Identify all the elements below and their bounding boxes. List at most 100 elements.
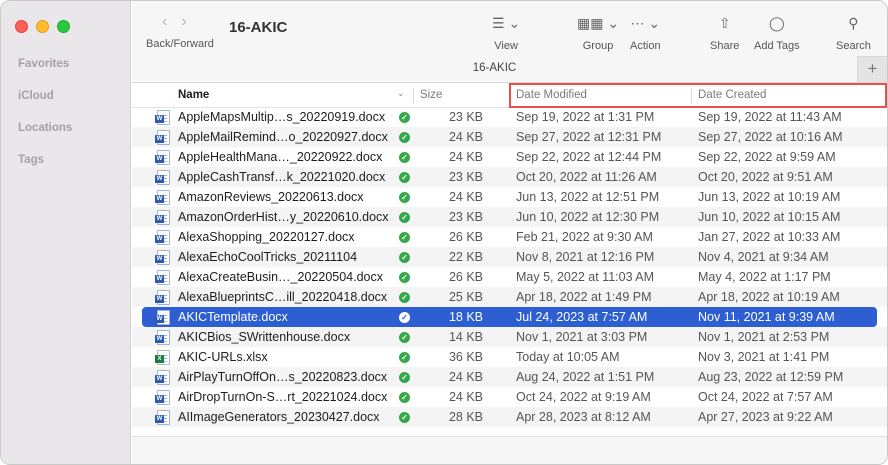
share-icon: ⇧ bbox=[718, 15, 731, 31]
file-name: AmazonReviews_20220613.docx bbox=[178, 190, 364, 204]
file-size: 24 KB bbox=[448, 370, 483, 384]
zoom-button[interactable] bbox=[57, 20, 70, 33]
sidebar-section-icloud[interactable]: iCloud bbox=[18, 90, 54, 102]
file-size: 23 KB bbox=[448, 210, 483, 224]
word-file-icon: W bbox=[155, 230, 170, 245]
column-header-date-created[interactable]: Date Created bbox=[698, 89, 766, 101]
tab-current[interactable]: 16-AKIC bbox=[132, 62, 857, 74]
sidebar-section-locations[interactable]: Locations bbox=[18, 122, 72, 134]
synced-check-icon: ✓ bbox=[399, 252, 410, 263]
synced-check-icon: ✓ bbox=[399, 372, 410, 383]
date-modified: Oct 24, 2022 at 9:19 AM bbox=[516, 390, 651, 404]
synced-check-icon: ✓ bbox=[399, 312, 410, 323]
synced-check-icon: ✓ bbox=[399, 232, 410, 243]
column-divider[interactable] bbox=[510, 88, 511, 104]
synced-check-icon: ✓ bbox=[399, 132, 410, 143]
word-file-icon: W bbox=[155, 250, 170, 265]
synced-check-icon: ✓ bbox=[399, 192, 410, 203]
folder-title: 16-AKIC bbox=[229, 19, 288, 36]
column-header-name[interactable]: Name bbox=[178, 89, 209, 101]
file-size: 28 KB bbox=[448, 410, 483, 424]
date-modified: Nov 1, 2021 at 3:03 PM bbox=[516, 330, 648, 344]
file-size: 22 KB bbox=[448, 250, 483, 264]
back-chevron-icon[interactable]: ‹ bbox=[162, 13, 167, 31]
table-row[interactable]: W AirDropTurnOn-S…rt_20221024.docx ✓ 24 KB O… bbox=[132, 387, 887, 407]
date-modified: Feb 21, 2022 at 9:30 AM bbox=[516, 230, 653, 244]
tab-bar: 16-AKIC + bbox=[132, 56, 887, 82]
new-tab-button[interactable]: + bbox=[857, 56, 887, 82]
synced-check-icon: ✓ bbox=[399, 412, 410, 423]
column-header-size[interactable]: Size bbox=[420, 89, 442, 101]
column-divider[interactable] bbox=[691, 88, 692, 104]
date-created: Jun 13, 2022 at 10:19 AM bbox=[698, 190, 841, 204]
tag-icon: ◯ bbox=[769, 15, 785, 31]
share-button[interactable]: ⇧ Share bbox=[710, 13, 739, 52]
file-name: AirDropTurnOn-S…rt_20221024.docx bbox=[178, 390, 388, 404]
ellipsis-circle-icon: ⋯ ⌄ bbox=[630, 15, 661, 31]
close-button[interactable] bbox=[15, 20, 28, 33]
view-label: View bbox=[494, 40, 518, 52]
action-label: Action bbox=[630, 40, 661, 52]
file-size: 24 KB bbox=[448, 190, 483, 204]
word-file-icon: W bbox=[155, 210, 170, 225]
date-created: Sep 19, 2022 at 11:43 AM bbox=[698, 110, 842, 124]
add-tags-label: Add Tags bbox=[754, 40, 800, 52]
date-modified: Today at 10:05 AM bbox=[516, 350, 620, 364]
date-created: Sep 22, 2022 at 9:59 AM bbox=[698, 150, 836, 164]
share-label: Share bbox=[710, 40, 740, 52]
action-button[interactable]: ⋯ ⌄ Action bbox=[630, 13, 661, 52]
table-row[interactable]: W AlexaBlueprintsC…ill_20220418.docx ✓ 25 K… bbox=[132, 287, 887, 307]
forward-chevron-icon[interactable]: › bbox=[181, 13, 186, 31]
add-tags-button[interactable]: ◯ Add Tags bbox=[754, 13, 800, 52]
word-file-icon: W bbox=[155, 110, 170, 125]
view-button[interactable]: ☰ ⌄ View bbox=[492, 13, 520, 52]
file-name: AlexaShopping_20220127.docx bbox=[178, 230, 355, 244]
group-button[interactable]: ▦▦ ⌄ Group bbox=[577, 13, 619, 52]
file-name: AlexaBlueprintsC…ill_20220418.docx bbox=[178, 290, 388, 304]
minimize-button[interactable] bbox=[36, 20, 49, 33]
file-name: AppleHealthMana…_20220922.docx bbox=[178, 150, 383, 164]
table-row[interactable]: W AppleCashTransf…k_20221020.docx ✓ 23 KB Oc… bbox=[132, 167, 887, 187]
table-row-selected[interactable]: W AKICTemplate.docx ✓ 18 KB Jul 24, 2023 at … bbox=[142, 307, 877, 327]
date-created: Nov 11, 2021 at 9:39 AM bbox=[698, 310, 835, 324]
search-button[interactable]: ⚲ Search bbox=[836, 13, 871, 52]
table-row[interactable]: W AlexaShopping_20220127.docx ✓ 26 KB Feb 21… bbox=[132, 227, 887, 247]
column-divider[interactable] bbox=[413, 88, 414, 104]
table-row[interactable]: W AmazonReviews_20220613.docx ✓ 24 KB Jun 13… bbox=[132, 187, 887, 207]
word-file-icon: W bbox=[155, 150, 170, 165]
table-row[interactable]: W AppleMapsMultip…s_20220919.docx ✓ 23 KB Se… bbox=[132, 107, 887, 127]
word-file-icon: W bbox=[155, 390, 170, 405]
group-grid-icon: ▦▦ ⌄ bbox=[577, 15, 620, 31]
sidebar-section-favorites[interactable]: Favorites bbox=[18, 58, 69, 70]
column-header-date-modified[interactable]: Date Modified bbox=[516, 89, 587, 101]
window-controls bbox=[15, 20, 70, 33]
date-created: Aug 23, 2022 at 12:59 PM bbox=[698, 370, 844, 384]
file-size: 23 KB bbox=[448, 170, 483, 184]
word-file-icon: W bbox=[155, 370, 170, 385]
table-row[interactable]: W AKICBios_SWrittenhouse.docx ✓ 14 KB Nov 1,… bbox=[132, 327, 887, 347]
table-row[interactable]: X AKIC-URLs.xlsx ✓ 36 KB Today at 10:05 AM No… bbox=[132, 347, 887, 367]
synced-check-icon: ✓ bbox=[399, 212, 410, 223]
file-size: 26 KB bbox=[448, 230, 483, 244]
table-row[interactable]: W AIImageGenerators_20230427.docx ✓ 28 KB Ap… bbox=[132, 407, 887, 427]
table-row[interactable]: W AlexaCreateBusin…_20220504.docx ✓ 26 KB Ma… bbox=[132, 267, 887, 287]
table-row[interactable]: W AirPlayTurnOffOn…s_20220823.docx ✓ 24 KB A… bbox=[132, 367, 887, 387]
file-name: AppleCashTransf…k_20221020.docx bbox=[178, 170, 386, 184]
table-row[interactable]: W AppleHealthMana…_20220922.docx ✓ 24 KB Sep… bbox=[132, 147, 887, 167]
sidebar-section-tags[interactable]: Tags bbox=[18, 154, 44, 166]
table-row[interactable]: W AlexaEchoCoolTricks_20211104 ✓ 22 KB Nov 8… bbox=[132, 247, 887, 267]
sort-chevron-icon[interactable]: ⌄ bbox=[397, 88, 405, 99]
file-name: AppleMailRemind…o_20220927.docx bbox=[178, 130, 388, 144]
search-icon: ⚲ bbox=[848, 15, 859, 31]
table-row[interactable]: W AmazonOrderHist…y_20220610.docx ✓ 23 KB Ju… bbox=[132, 207, 887, 227]
excel-file-icon: X bbox=[155, 350, 170, 365]
synced-check-icon: ✓ bbox=[399, 272, 410, 283]
synced-check-icon: ✓ bbox=[399, 332, 410, 343]
file-size: 23 KB bbox=[448, 110, 483, 124]
date-modified: Jun 10, 2022 at 12:30 PM bbox=[516, 210, 660, 224]
table-row[interactable]: W AppleMailRemind…o_20220927.docx ✓ 24 KB Se… bbox=[132, 127, 887, 147]
list-view-icon: ☰ ⌄ bbox=[492, 15, 521, 31]
date-modified: Nov 8, 2021 at 12:16 PM bbox=[516, 250, 655, 264]
date-modified: Sep 19, 2022 at 1:31 PM bbox=[516, 110, 655, 124]
date-modified: Apr 28, 2023 at 8:12 AM bbox=[516, 410, 651, 424]
